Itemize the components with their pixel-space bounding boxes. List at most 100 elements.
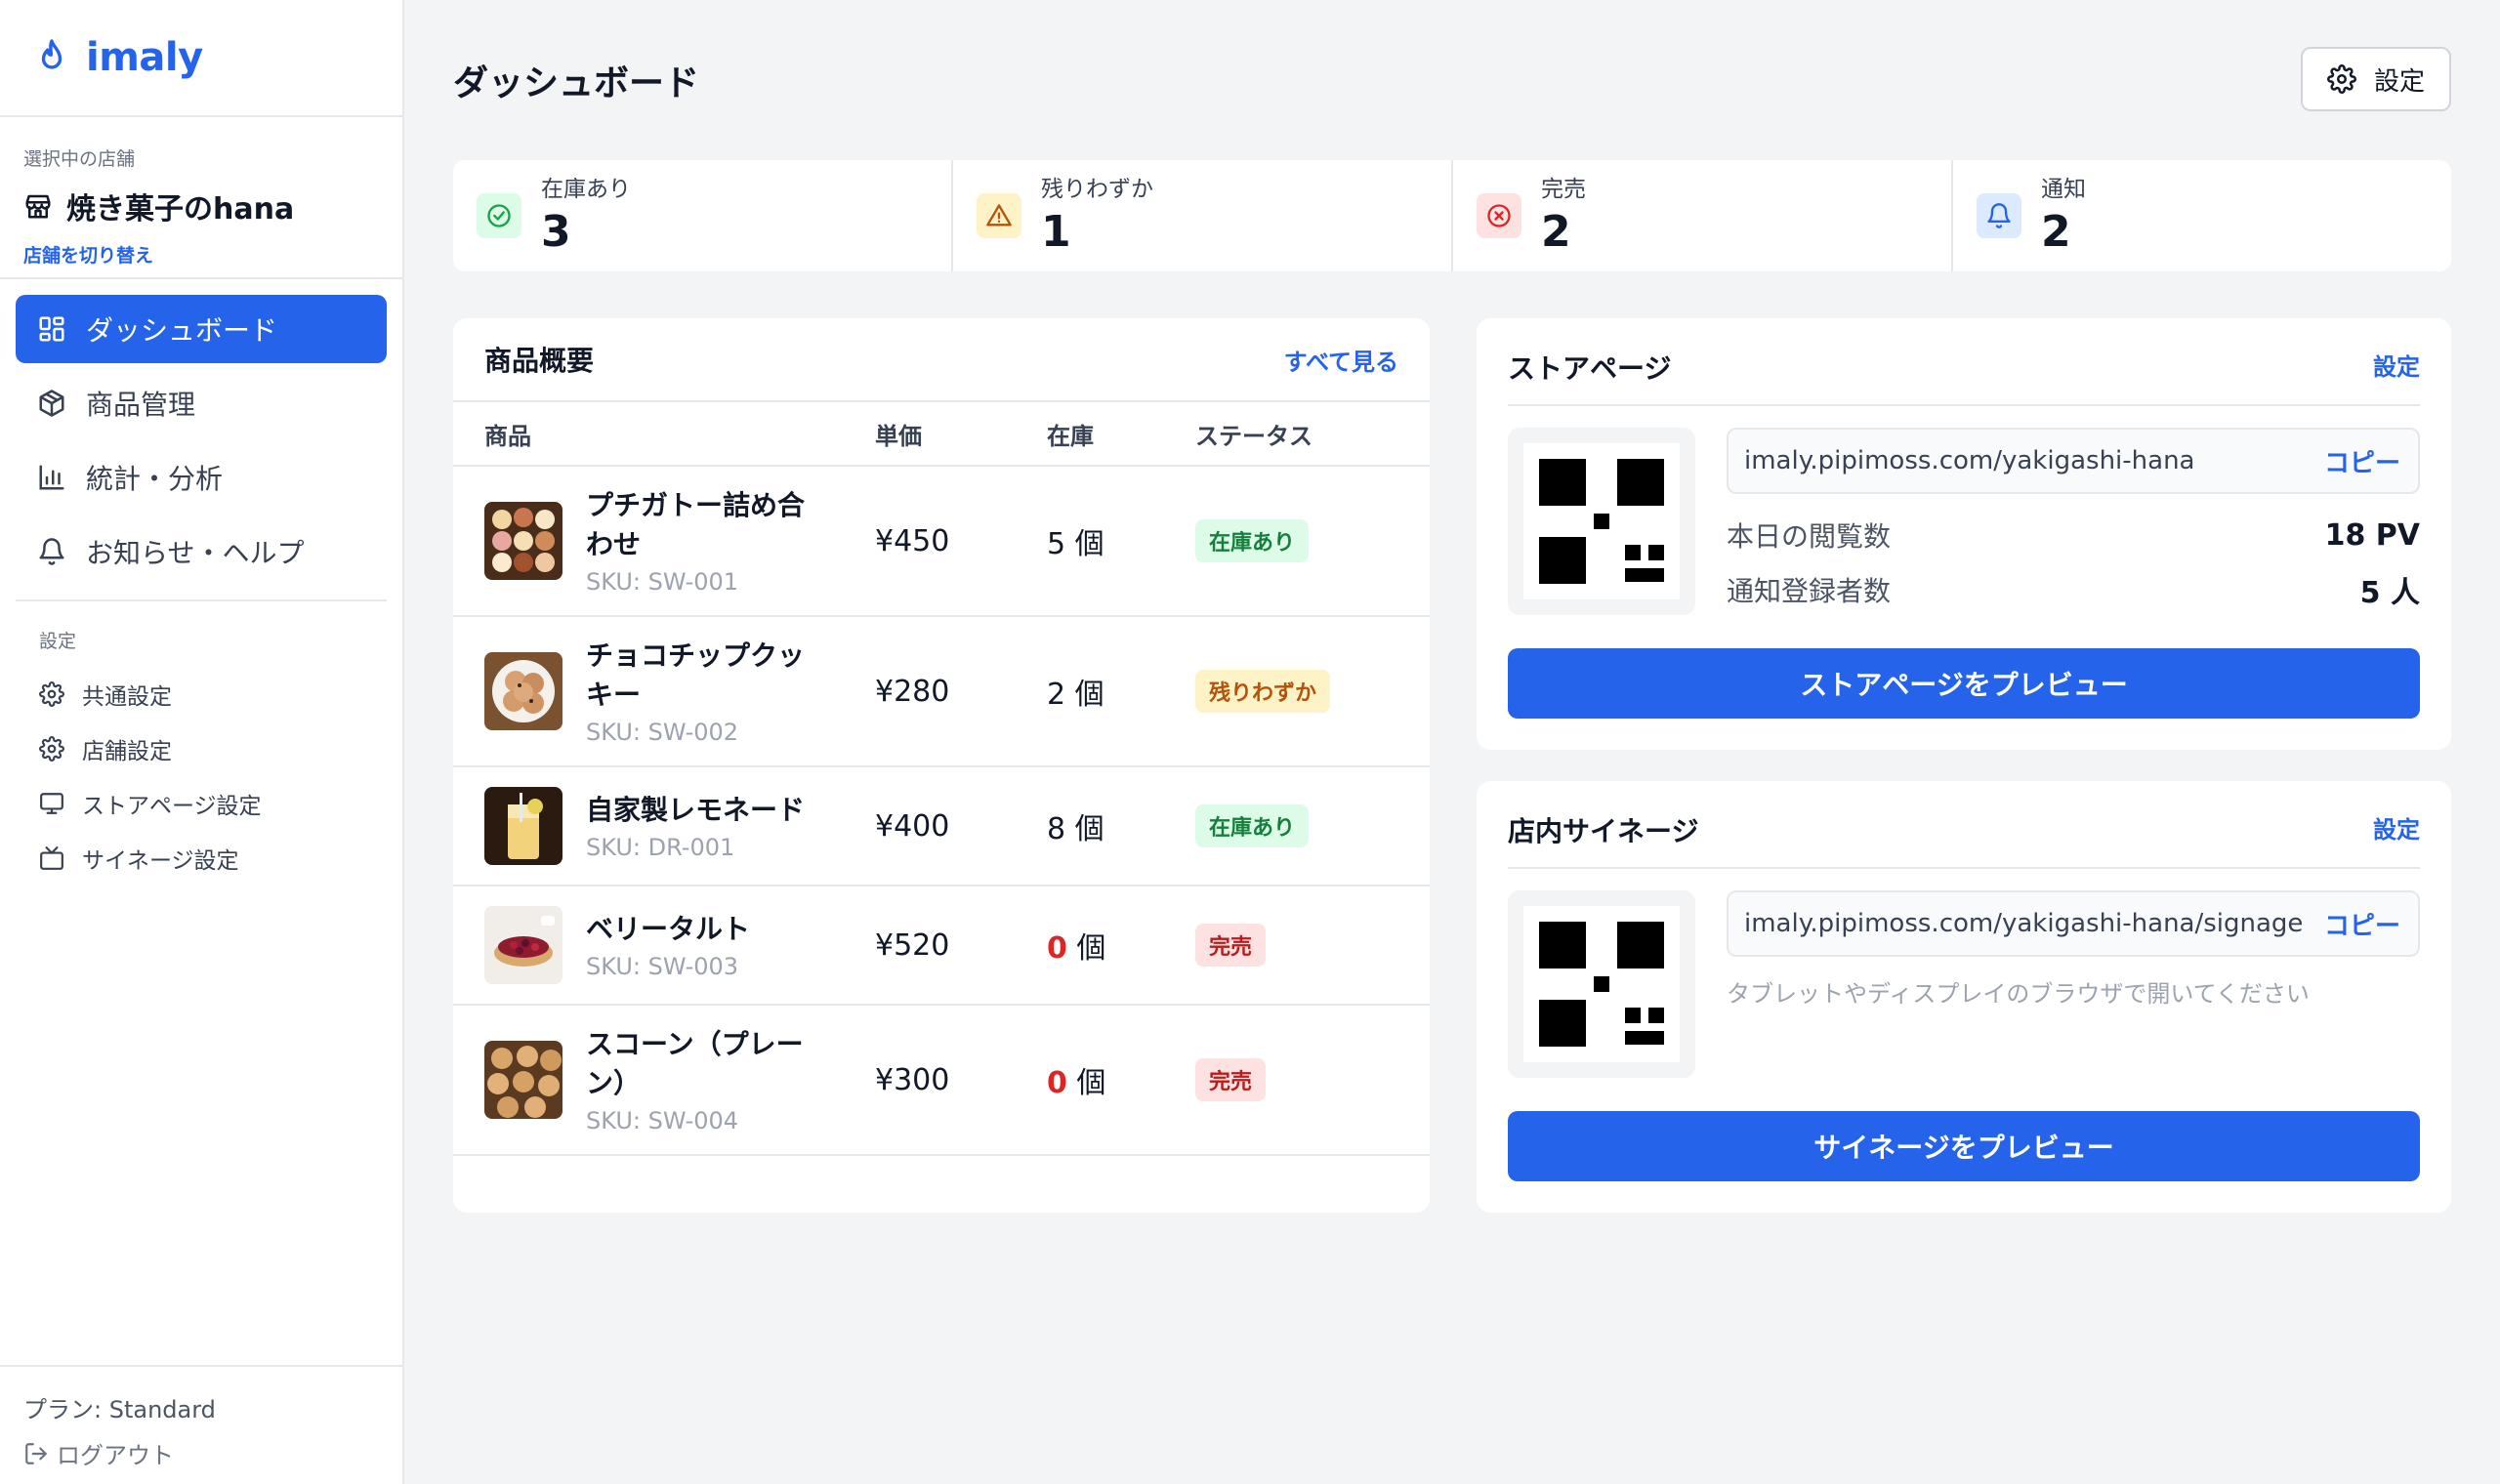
views-label: 本日の閲覧数 bbox=[1727, 520, 1892, 553]
table-row[interactable]: チョコチップクッキー SKU: SW-002 ¥280 2 個 残りわずか bbox=[453, 617, 1430, 767]
subscribers-label: 通知登録者数 bbox=[1727, 575, 1892, 607]
copy-url-button[interactable]: コピー bbox=[2324, 906, 2400, 942]
stat-label: 残りわずか bbox=[1041, 176, 1153, 202]
x-circle-icon bbox=[1487, 204, 1511, 227]
products-header: 商品概要 すべて見る bbox=[453, 318, 1430, 402]
store-switch-link[interactable]: 店舗を切り替え bbox=[23, 241, 379, 268]
product-price: ¥450 bbox=[875, 523, 950, 558]
store-page-preview-button[interactable]: ストアページをプレビュー bbox=[1508, 648, 2420, 719]
stat-icon-box bbox=[477, 193, 521, 238]
main-nav: ダッシュボード 商品管理 統計・分析 お知らせ・ヘルプ bbox=[0, 279, 402, 601]
signage-hint: タブレットやディスプレイのブラウザで開いてください bbox=[1727, 980, 2310, 1008]
product-name: チョコチップクッキー bbox=[586, 639, 806, 711]
product-sku: SKU: SW-002 bbox=[586, 719, 739, 746]
column-header-status[interactable]: ステータス bbox=[1195, 417, 1430, 451]
product-thumbnail bbox=[484, 906, 562, 984]
product-stock: 5 個 bbox=[1047, 519, 1195, 562]
nav-label: 商品管理 bbox=[86, 389, 196, 421]
nav-item-store-settings[interactable]: 店舗設定 bbox=[39, 721, 402, 776]
column-header-stock[interactable]: 在庫 bbox=[1047, 417, 1195, 451]
flame-icon bbox=[41, 39, 62, 69]
stock-count: 5 bbox=[1047, 527, 1066, 561]
products-card: 商品概要 すべて見る 商品 単価 在庫 ステータス プチガトー詰め合わせ SKU… bbox=[453, 318, 1430, 1213]
product-stock: 0 個 bbox=[1047, 1058, 1195, 1101]
view-all-link[interactable]: すべて見る bbox=[1284, 343, 1398, 377]
stock-unit: 個 bbox=[1076, 931, 1106, 966]
stat-sold-out: 完売 2 bbox=[1453, 160, 1953, 271]
stock-count: 0 bbox=[1047, 1066, 1067, 1100]
stat-in-stock: 在庫あり 3 bbox=[453, 160, 953, 271]
signage-preview-button[interactable]: サイネージをプレビュー bbox=[1508, 1111, 2420, 1181]
signage-header: 店内サイネージ 設定 bbox=[1508, 781, 2420, 869]
nav-item-storepage-settings[interactable]: ストアページ設定 bbox=[39, 776, 402, 831]
store-page-card: ストアページ 設定 imaly.pipimoss.com/yakigashi-h… bbox=[1477, 318, 2451, 750]
settings-nav: 共通設定 店舗設定 ストアページ設定 サイネージ設定 bbox=[0, 653, 402, 886]
product-stock: 0 個 bbox=[1047, 924, 1195, 967]
status-badge: 在庫あり bbox=[1195, 519, 1310, 562]
store-name: 焼き菓子のhana bbox=[66, 192, 295, 227]
gear-icon bbox=[39, 736, 64, 762]
nav-item-news-help[interactable]: お知らせ・ヘルプ bbox=[16, 517, 387, 586]
stat-icon-box bbox=[1977, 193, 2021, 238]
table-row[interactable]: 自家製レモネード SKU: DR-001 ¥400 8 個 在庫あり bbox=[453, 767, 1430, 886]
subscribers-metric: 通知登録者数 5 人 bbox=[1727, 568, 2420, 611]
logout-button[interactable]: ログアウト bbox=[23, 1436, 402, 1470]
nav-item-products[interactable]: 商品管理 bbox=[16, 369, 387, 437]
product-price: ¥400 bbox=[875, 808, 950, 844]
store-page-header: ストアページ 設定 bbox=[1508, 318, 2420, 406]
qr-code-icon bbox=[1539, 459, 1664, 584]
table-row[interactable]: プチガトー詰め合わせ SKU: SW-001 ¥450 5 個 在庫あり bbox=[453, 467, 1430, 617]
product-sku: SKU: SW-001 bbox=[586, 568, 739, 596]
products-title: 商品概要 bbox=[484, 345, 595, 377]
store-page-url-field[interactable]: imaly.pipimoss.com/yakigashi-hana コピー bbox=[1727, 428, 2420, 494]
table-row[interactable]: ベリータルト SKU: SW-003 ¥520 0 個 完売 bbox=[453, 886, 1430, 1006]
signage-url-field[interactable]: imaly.pipimoss.com/yakigashi-hana/signag… bbox=[1727, 890, 2420, 957]
settings-item-label: 共通設定 bbox=[82, 684, 172, 710]
nav-item-common-settings[interactable]: 共通設定 bbox=[39, 667, 402, 721]
page-title: ダッシュボード bbox=[453, 63, 700, 103]
settings-button-label: 設定 bbox=[2373, 66, 2425, 97]
product-name: プチガトー詰め合わせ bbox=[586, 489, 806, 560]
stock-count: 8 bbox=[1047, 812, 1066, 846]
logout-label: ログアウト bbox=[57, 1442, 174, 1469]
product-thumbnail bbox=[484, 1041, 562, 1119]
product-thumbnail bbox=[484, 502, 562, 580]
status-badge: 完売 bbox=[1195, 1058, 1267, 1101]
status-badge: 残りわずか bbox=[1195, 670, 1331, 713]
table-row[interactable]: スコーン（プレーン） SKU: SW-004 ¥300 0 個 完売 bbox=[453, 1006, 1430, 1156]
stat-value: 3 bbox=[541, 206, 571, 257]
logo[interactable]: imaly bbox=[0, 0, 402, 117]
copy-url-button[interactable]: コピー bbox=[2324, 443, 2400, 479]
product-stock: 8 個 bbox=[1047, 804, 1195, 847]
logo-text: imaly bbox=[86, 35, 203, 80]
qr-code bbox=[1508, 428, 1695, 615]
product-price: ¥300 bbox=[875, 1062, 950, 1097]
sidebar: imaly 選択中の店舗 焼き菓子のhana 店舗を切り替え ダッシュボード 商… bbox=[0, 0, 404, 1484]
store-icon bbox=[25, 194, 51, 219]
signage-settings-link[interactable]: 設定 bbox=[2373, 810, 2420, 845]
store-page-settings-link[interactable]: 設定 bbox=[2373, 348, 2420, 382]
column-header-product[interactable]: 商品 bbox=[453, 417, 875, 451]
table-header: 商品 単価 在庫 ステータス bbox=[453, 402, 1430, 467]
status-badge: 在庫あり bbox=[1195, 804, 1310, 847]
stock-count: 2 bbox=[1047, 678, 1066, 712]
nav-item-analytics[interactable]: 統計・分析 bbox=[16, 443, 387, 512]
stat-value: 2 bbox=[1541, 206, 1571, 257]
bell-icon bbox=[1987, 203, 2011, 228]
tv-icon bbox=[40, 846, 63, 870]
product-sku: SKU: SW-003 bbox=[586, 953, 739, 980]
views-value: 18 PV bbox=[2324, 517, 2420, 553]
nav-item-signage-settings[interactable]: サイネージ設定 bbox=[39, 831, 402, 886]
product-thumbnail bbox=[484, 652, 562, 730]
column-header-price[interactable]: 単価 bbox=[875, 417, 1047, 451]
stat-label: 在庫あり bbox=[541, 176, 631, 202]
nav-item-dashboard[interactable]: ダッシュボード bbox=[16, 295, 387, 363]
box-icon bbox=[39, 390, 64, 417]
stat-icon-box bbox=[1477, 193, 1521, 238]
stat-value: 2 bbox=[2041, 206, 2071, 257]
qr-code-icon bbox=[1539, 922, 1664, 1047]
product-name: ベリータルト bbox=[586, 913, 751, 945]
settings-button[interactable]: 設定 bbox=[2301, 47, 2451, 111]
gear-icon bbox=[39, 681, 64, 707]
check-circle-icon bbox=[487, 204, 511, 227]
